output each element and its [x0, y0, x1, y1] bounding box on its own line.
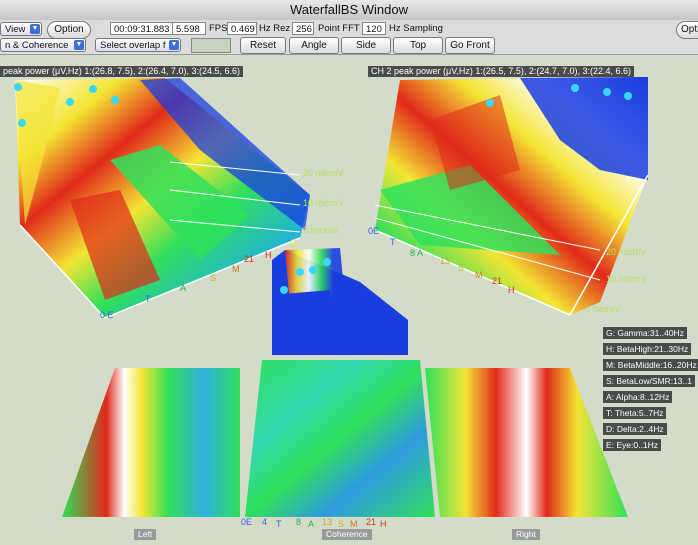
right-grid-label-0: 0 microV	[585, 304, 621, 314]
legend-beta-low: S: BetaLow/SMR:13..1	[603, 375, 695, 387]
ch2-peak-power-readout: CH 2 peak power (μV,Hz) 1:(26.5, 7.5), 2…	[368, 66, 634, 77]
hz-rez-field[interactable]: 0.469	[227, 22, 257, 35]
left-grid-label-20: 20 microV	[303, 168, 344, 178]
left-marker-s: S	[210, 273, 216, 283]
bottom-band-markers: 0E 4 T 8 A 13 S M 21 H	[241, 517, 387, 529]
window-title: WaterfallBS Window	[290, 2, 408, 17]
bottom-marker-4: 4	[262, 517, 267, 527]
bottom-marker-13: 13	[322, 517, 332, 527]
left-marker-h: H	[265, 250, 272, 260]
chevron-down-icon: ▼	[30, 24, 40, 34]
left-marker-a: A	[180, 283, 186, 293]
right-marker-a: 8 A	[410, 248, 423, 258]
sampling-label: Hz Sampling	[389, 23, 443, 34]
bottom-marker-8: 8	[296, 517, 301, 527]
title-bar: WaterfallBS Window	[0, 0, 698, 21]
left-grid-label-0: 0 microV	[303, 225, 339, 235]
left-marker-g: G	[290, 238, 297, 248]
go-front-button[interactable]: Go Front	[445, 37, 495, 54]
right-spectrogram-map	[425, 368, 628, 517]
sampling-field[interactable]: 120	[362, 22, 386, 35]
side-button[interactable]: Side	[341, 37, 391, 54]
left-spectrogram-map	[62, 368, 240, 517]
overlap-select-label: Select overlap f	[100, 40, 166, 51]
legend-delta: D: Delta:2..4Hz	[603, 423, 667, 435]
reset-button[interactable]: Reset	[240, 37, 286, 54]
fps-field: 5.598	[172, 22, 206, 35]
center-coherence-surface	[272, 248, 408, 355]
right-grid-label-10: 10 microV	[606, 274, 647, 284]
bottom-marker-s: S	[338, 519, 344, 529]
fft-label: Point FFT	[318, 23, 360, 34]
option-button-left[interactable]: Option	[47, 21, 91, 39]
right-marker-t: T	[390, 237, 396, 247]
right-marker-13: 13	[440, 256, 450, 266]
legend-theta: T: Theta:5..7Hz	[603, 407, 667, 419]
fft-points-field[interactable]: 256	[292, 22, 314, 35]
left-marker-t: T	[145, 294, 151, 304]
display-mode-select[interactable]: n & Coherence ▼	[0, 38, 86, 52]
option-button-right[interactable]: Opti	[676, 21, 698, 39]
right-grid-label-20: 20 microV	[606, 247, 647, 257]
bottom-marker-t: T	[276, 519, 282, 529]
left-marker-21: 21	[244, 254, 254, 264]
legend-eye: E: Eye:0..1Hz	[603, 439, 661, 451]
right-panel-label: Right	[512, 529, 540, 540]
bottom-marker-a: A	[308, 519, 314, 529]
right-marker-e: 0E	[368, 226, 379, 236]
bottom-marker-e: 0E	[241, 517, 252, 527]
legend-beta-high: H: BetaHigh:21..30Hz	[603, 343, 692, 355]
left-grid-label-10: 10 microV	[303, 198, 344, 208]
legend-beta-middle: M: BetaMiddle:16..20Hz	[603, 359, 698, 371]
fps-label: FPS	[209, 23, 228, 34]
left-marker-e: 0 E	[100, 310, 114, 320]
view-select[interactable]: View ▼	[0, 22, 42, 36]
toolbar: View ▼ Option 00:09:31.883 5.598 FPS 0.4…	[0, 20, 698, 55]
right-marker-m: M	[475, 270, 483, 280]
coherence-panel-label: Coherence	[322, 529, 372, 540]
chevron-down-icon: ▼	[169, 40, 179, 50]
left-waterfall-surface	[15, 78, 310, 319]
bottom-marker-h: H	[380, 519, 387, 529]
legend-alpha: A: Alpha:8..12Hz	[603, 391, 673, 403]
right-marker-h: H	[508, 285, 515, 295]
view-select-label: View	[5, 24, 26, 35]
angle-button[interactable]: Angle	[289, 37, 339, 54]
color-swatch[interactable]	[191, 38, 231, 53]
overlap-select[interactable]: Select overlap f ▼	[95, 38, 181, 52]
bottom-marker-m: M	[350, 519, 358, 529]
ch1-peak-power-readout: peak power (μV,Hz) 1:(26.8, 7.5), 2:(26.…	[0, 66, 243, 77]
right-marker-21: 21	[492, 276, 502, 286]
display-mode-label: n & Coherence	[5, 40, 69, 51]
top-button[interactable]: Top	[393, 37, 443, 54]
coherence-spectrogram-map	[245, 360, 435, 517]
left-panel-label: Left	[134, 529, 157, 540]
legend-gamma: G: Gamma:31..40Hz	[603, 327, 687, 339]
left-marker-m: M	[232, 264, 240, 274]
waterfall-3d-scene[interactable]: 20 microV 10 microV 0 microV 0 E T A S M…	[0, 55, 698, 545]
chevron-down-icon: ▼	[74, 40, 84, 50]
hz-rez-label: Hz Rez	[259, 23, 291, 34]
right-marker-s: S	[458, 263, 464, 273]
bottom-marker-21: 21	[366, 517, 376, 527]
